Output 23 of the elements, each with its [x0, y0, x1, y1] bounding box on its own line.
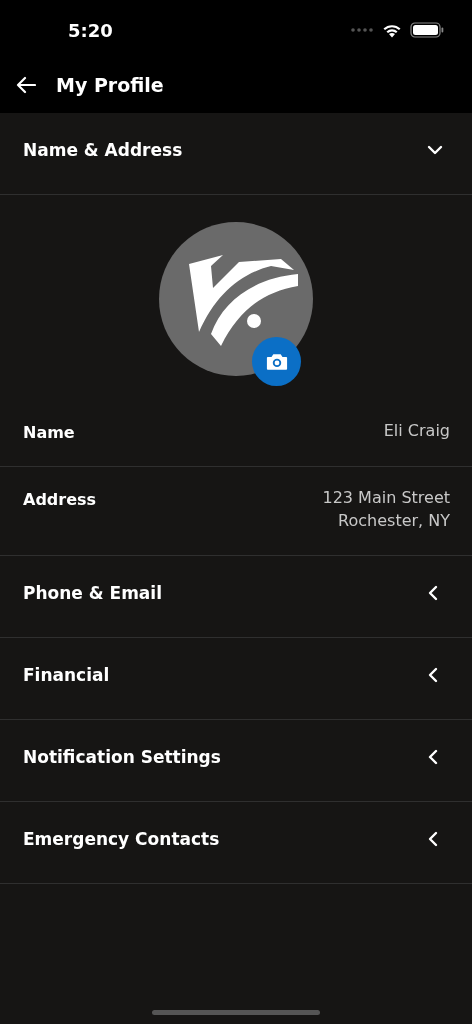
- field-label: Address: [23, 490, 97, 509]
- field-value: Eli Craig: [383, 420, 450, 441]
- section-header[interactable]: Notification Settings: [0, 720, 472, 801]
- section-title: Name & Address: [23, 139, 183, 160]
- page-title: My Profile: [56, 73, 164, 96]
- section-title: Notification Settings: [23, 746, 221, 767]
- status-time: 5:20: [68, 19, 113, 41]
- signal-icon: [350, 27, 374, 33]
- field-value: 123 Main Street: [322, 487, 450, 508]
- section-header[interactable]: Emergency Contacts: [0, 802, 472, 883]
- camera-icon: [265, 352, 288, 371]
- field-value: Rochester, NY: [338, 510, 450, 531]
- back-arrow-icon: [16, 75, 36, 94]
- section-title: Phone & Email: [23, 582, 162, 603]
- battery-icon: [410, 22, 444, 38]
- section-header[interactable]: Financial: [0, 638, 472, 719]
- section-title: Financial: [23, 664, 110, 685]
- section-title: Emergency Contacts: [23, 828, 220, 849]
- section-header[interactable]: Phone & Email: [0, 556, 472, 637]
- camera-button[interactable]: [252, 337, 301, 386]
- field-label: Name: [23, 423, 75, 442]
- wifi-icon: [382, 22, 402, 38]
- section-header[interactable]: Name & Address: [0, 113, 472, 194]
